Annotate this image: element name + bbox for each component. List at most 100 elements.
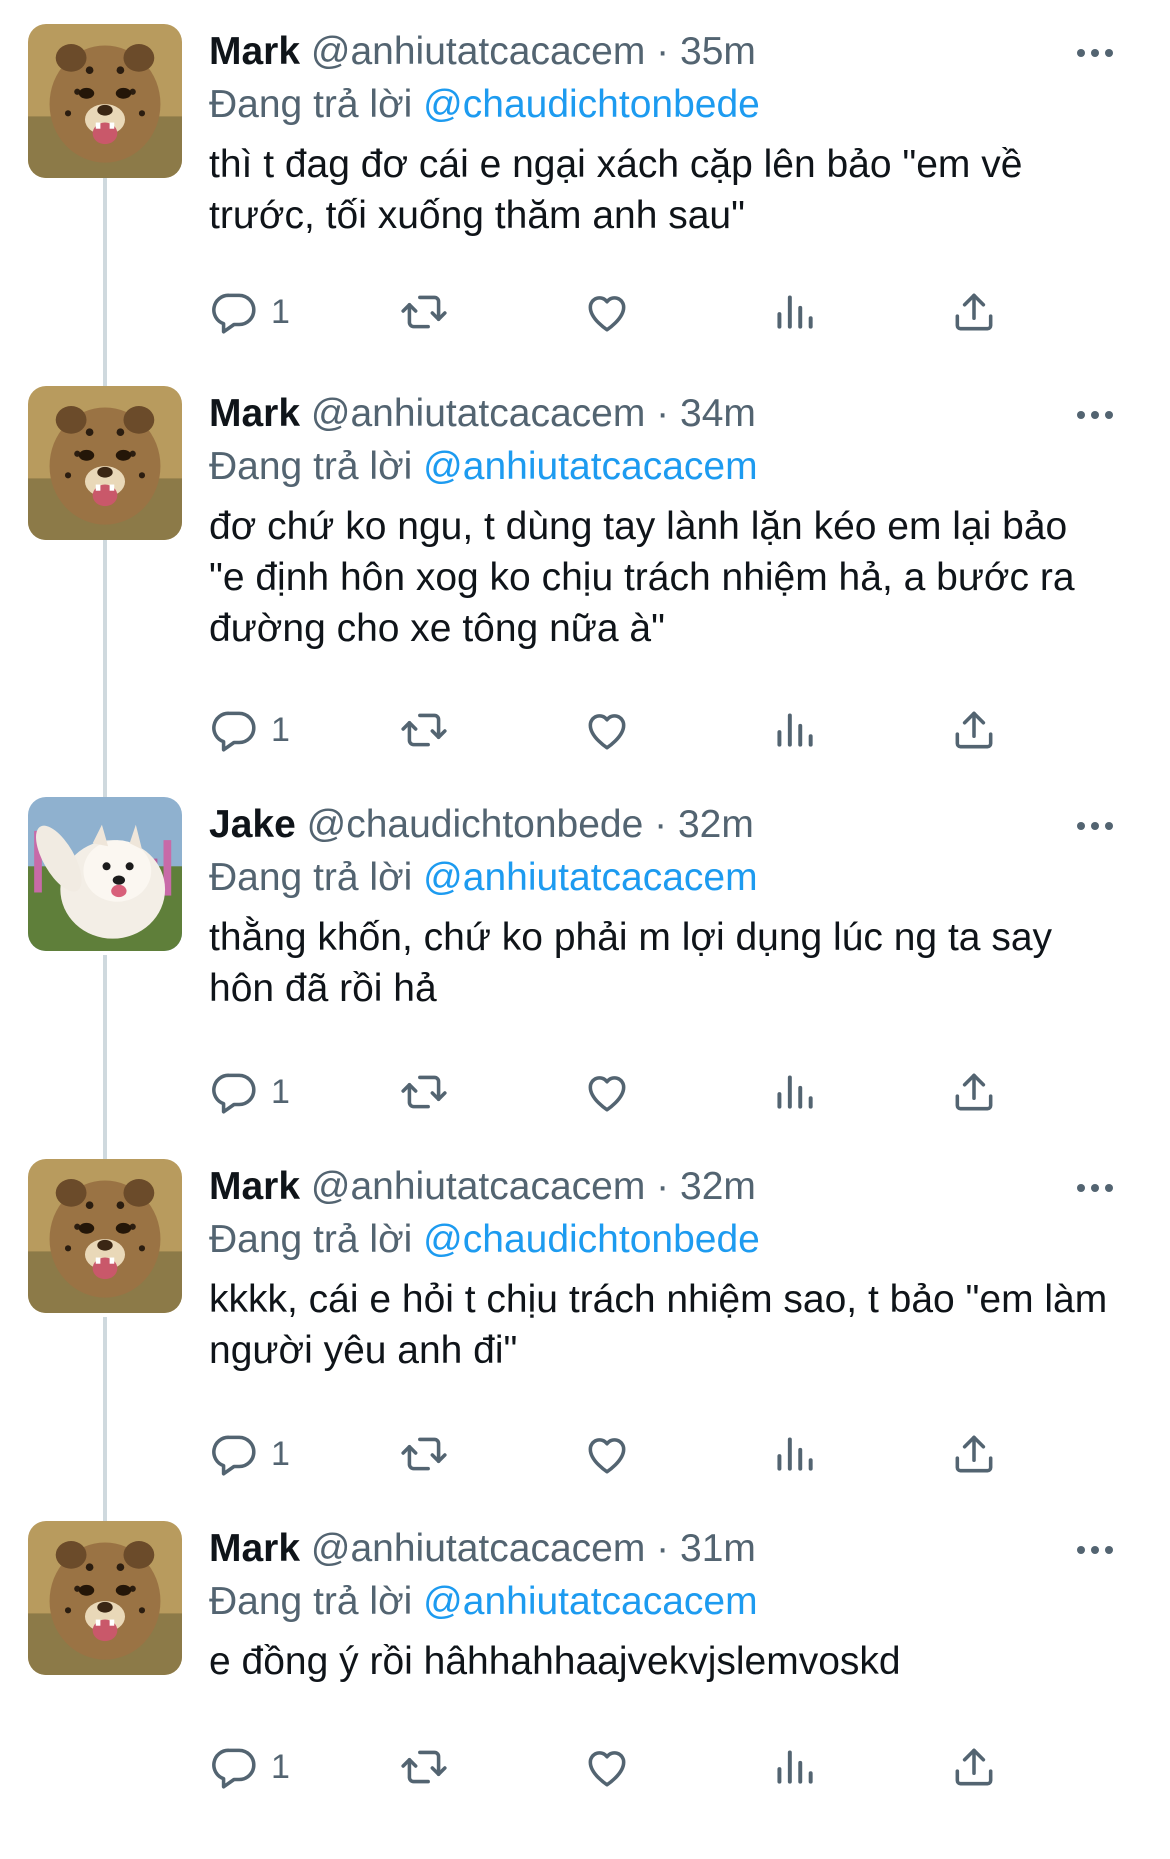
separator-dot: · xyxy=(656,392,670,435)
avatar[interactable] xyxy=(28,797,182,951)
heart-icon xyxy=(582,1067,632,1117)
reply-count: 1 xyxy=(271,1747,290,1786)
like-button[interactable] xyxy=(582,1062,632,1122)
share-button[interactable] xyxy=(949,1737,999,1797)
separator-dot: · xyxy=(656,30,670,73)
replying-to-label: Đang trả lời xyxy=(209,83,413,126)
cheetah-cub-image xyxy=(28,24,182,178)
more-horizontal-icon[interactable] xyxy=(1068,36,1122,70)
reply-icon xyxy=(209,1067,259,1117)
replying-to: Đang trả lời @anhiutatcacacem xyxy=(209,1574,758,1630)
share-button[interactable] xyxy=(949,1062,999,1122)
mention-link[interactable]: @anhiutatcacacem xyxy=(423,856,757,899)
retweet-button[interactable] xyxy=(399,282,449,342)
replying-to-label: Đang trả lời xyxy=(209,1580,413,1623)
retweet-button[interactable] xyxy=(399,1737,449,1797)
more-horizontal-icon[interactable] xyxy=(1068,1533,1122,1567)
like-button[interactable] xyxy=(582,700,632,760)
replying-to: Đang trả lời @anhiutatcacacem xyxy=(209,850,758,906)
tweet-thread: Mark @anhiutatcacacem · 35m Đang trả lời … xyxy=(0,0,1170,1817)
views-icon xyxy=(769,705,819,755)
reply-count: 1 xyxy=(271,292,290,331)
avatar[interactable] xyxy=(28,24,182,178)
tweet-header: Jake @chaudichtonbede · 32m xyxy=(209,797,754,853)
reply-count: 1 xyxy=(271,1434,290,1473)
retweet-icon xyxy=(399,705,449,755)
mention-link[interactable]: @chaudichtonbede xyxy=(423,1218,760,1261)
cheetah-cub-image xyxy=(28,1521,182,1675)
retweet-icon xyxy=(399,287,449,337)
views-button[interactable] xyxy=(769,700,819,760)
replying-to-label: Đang trả lời xyxy=(209,1218,413,1261)
cheetah-cub-image xyxy=(28,386,182,540)
share-button[interactable] xyxy=(949,282,999,342)
replying-to-label: Đang trả lời xyxy=(209,445,413,488)
tweet-text: đơ chứ ko ngu, t dùng tay lành lặn kéo e… xyxy=(209,505,1075,650)
more-horizontal-icon[interactable] xyxy=(1068,398,1122,432)
timestamp[interactable]: 31m xyxy=(680,1527,756,1570)
share-button[interactable] xyxy=(949,700,999,760)
views-button[interactable] xyxy=(769,282,819,342)
timestamp[interactable]: 32m xyxy=(678,803,754,846)
retweet-button[interactable] xyxy=(399,1062,449,1122)
timestamp[interactable]: 34m xyxy=(680,392,756,435)
avatar[interactable] xyxy=(28,1159,182,1313)
separator-dot: · xyxy=(654,803,668,846)
replying-to: Đang trả lời @chaudichtonbede xyxy=(209,77,760,133)
reply-button[interactable]: 1 xyxy=(209,700,290,760)
author-handle[interactable]: @anhiutatcacacem xyxy=(311,1165,645,1208)
author-handle[interactable]: @anhiutatcacacem xyxy=(311,1527,645,1570)
heart-icon xyxy=(582,705,632,755)
author-name[interactable]: Mark xyxy=(209,1165,300,1208)
tweet-actions: 1 xyxy=(209,1062,1109,1122)
tweet-text: thằng khốn, chứ ko phải m lợi dụng lúc n… xyxy=(209,916,1053,1010)
author-name[interactable]: Mark xyxy=(209,392,300,435)
author-name[interactable]: Jake xyxy=(209,803,296,846)
author-handle[interactable]: @anhiutatcacacem xyxy=(311,30,645,73)
mention-link[interactable]: @anhiutatcacacem xyxy=(423,1580,757,1623)
reply-button[interactable]: 1 xyxy=(209,1424,290,1484)
share-icon xyxy=(949,1429,999,1479)
reply-button[interactable]: 1 xyxy=(209,1737,290,1797)
reply-icon xyxy=(209,705,259,755)
reply-button[interactable]: 1 xyxy=(209,282,290,342)
timestamp[interactable]: 32m xyxy=(680,1165,756,1208)
share-icon xyxy=(949,705,999,755)
views-button[interactable] xyxy=(769,1062,819,1122)
reply-count: 1 xyxy=(271,1072,290,1111)
more-horizontal-icon[interactable] xyxy=(1068,1171,1122,1205)
tweet-actions: 1 xyxy=(209,1424,1109,1484)
heart-icon xyxy=(582,287,632,337)
more-horizontal-icon[interactable] xyxy=(1068,809,1122,843)
author-name[interactable]: Mark xyxy=(209,1527,300,1570)
views-button[interactable] xyxy=(769,1737,819,1797)
author-handle[interactable]: @anhiutatcacacem xyxy=(311,392,645,435)
reply-button[interactable]: 1 xyxy=(209,1062,290,1122)
replying-to-label: Đang trả lời xyxy=(209,856,413,899)
views-button[interactable] xyxy=(769,1424,819,1484)
tweet-header: Mark @anhiutatcacacem · 31m xyxy=(209,1521,756,1577)
tweet-actions: 1 xyxy=(209,700,1109,760)
retweet-button[interactable] xyxy=(399,700,449,760)
like-button[interactable] xyxy=(582,282,632,342)
views-icon xyxy=(769,287,819,337)
share-button[interactable] xyxy=(949,1424,999,1484)
heart-icon xyxy=(582,1429,632,1479)
author-name[interactable]: Mark xyxy=(209,30,300,73)
share-icon xyxy=(949,1067,999,1117)
views-icon xyxy=(769,1067,819,1117)
mention-link[interactable]: @anhiutatcacacem xyxy=(423,445,757,488)
like-button[interactable] xyxy=(582,1737,632,1797)
tweet-text: e đồng ý rồi hâhhahhaajvekvjslemvoskd xyxy=(209,1640,901,1683)
tweet-actions: 1 xyxy=(209,282,1109,342)
like-button[interactable] xyxy=(582,1424,632,1484)
share-icon xyxy=(949,1742,999,1792)
replying-to: Đang trả lời @chaudichtonbede xyxy=(209,1212,760,1268)
avatar[interactable] xyxy=(28,386,182,540)
author-handle[interactable]: @chaudichtonbede xyxy=(307,803,644,846)
retweet-button[interactable] xyxy=(399,1424,449,1484)
avatar[interactable] xyxy=(28,1521,182,1675)
mention-link[interactable]: @chaudichtonbede xyxy=(423,83,760,126)
timestamp[interactable]: 35m xyxy=(680,30,756,73)
samoyed-dog-image xyxy=(28,797,182,951)
